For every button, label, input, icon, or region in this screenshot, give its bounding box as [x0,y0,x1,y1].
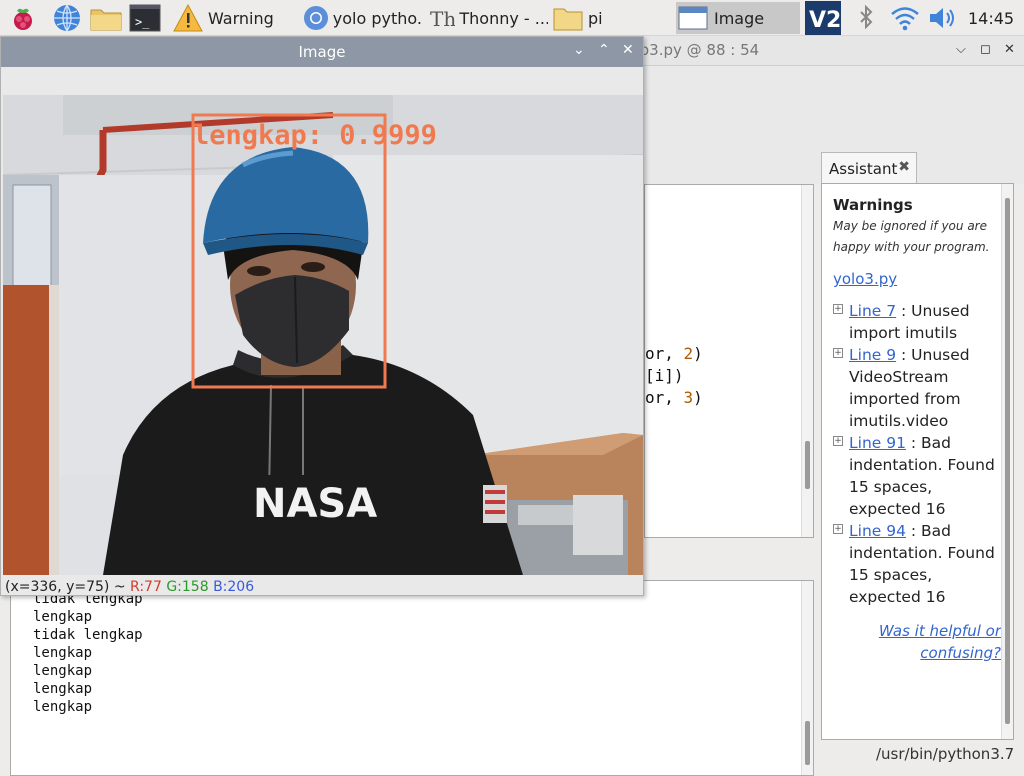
expand-icon[interactable]: + [833,304,843,314]
warning-line-link[interactable]: Line 9 [849,346,896,364]
close-tab-icon[interactable]: ✖ [898,159,910,175]
file-manager-icon[interactable] [88,2,124,34]
thonny-icon: Th [430,7,455,31]
shell-line: lengkap [33,663,93,679]
minimize-icon[interactable]: ⌄ [573,42,585,58]
task-browser[interactable]: yolo pytho... [300,2,422,34]
taskbar: >_ Warning yolo pytho... Th Thonny - ...… [0,0,1024,36]
warning-item: + Line 9 : Unused VideoStream imported fr… [833,346,970,430]
task-warning[interactable]: Warning [172,2,294,34]
svg-text:V2: V2 [809,8,841,33]
chevron-down-icon[interactable]: ⌵ [956,42,966,57]
warning-item: + Line 7 : Unused import imutils [833,302,970,342]
pixel-green: G:158 [166,579,209,595]
volume-icon[interactable] [926,2,960,34]
warnings-heading: Warnings [833,196,913,214]
assistant-tab-label: Assistant [829,160,898,178]
expand-icon[interactable]: + [833,348,843,358]
web-browser-icon[interactable] [50,2,84,34]
shell-line: lengkap [33,699,93,715]
clock[interactable]: 14:45 [968,2,1018,34]
assistant-panel: Warnings May be ignored if you are happy… [821,183,1014,740]
pixel-blue: B:206 [213,579,255,595]
code-fragment: or, 2) [645,344,703,363]
chromium-icon [304,6,328,30]
close-icon[interactable]: ✕ [622,42,634,58]
task-files[interactable]: pi [552,2,672,34]
expand-icon[interactable]: + [833,524,843,534]
camera-image: NASA lengkap: 0.9999 [3,95,643,575]
feedback-link[interactable]: Was it helpful or confusing? [879,622,1001,662]
svg-text:>_: >_ [135,15,150,29]
window-icon [678,6,708,30]
desktop: >_ Warning yolo pytho... Th Thonny - ...… [0,0,1024,776]
shell-line: tidak lengkap [33,627,143,643]
warning-icon [173,3,203,32]
code-editor[interactable]: or, 2) [i]) or, 3) [644,184,814,538]
raspberry-menu-icon[interactable] [6,2,40,34]
shirt-logo-text: NASA [253,481,377,527]
image-window-title: Image [298,43,346,61]
bluetooth-icon[interactable] [854,2,878,34]
task-label: pi [588,8,603,28]
shell-output[interactable]: tidak lengkap lengkap tidak lengkap leng… [10,580,814,776]
maximize-icon[interactable]: ◻ [980,42,991,57]
wifi-icon[interactable] [888,2,922,34]
task-label: yolo pytho... [332,8,422,28]
detection-label: lengkap: 0.9999 [193,120,437,151]
camera-frame: NASA lengkap: 0.9999 [3,95,643,575]
pixel-info: (x=336, y=75) ~ R:77 G:158 B:206 [5,579,254,595]
file-link[interactable]: yolo3.py [833,270,897,288]
tab-assistant[interactable]: Assistant ✖ [821,152,917,184]
close-icon[interactable]: ✕ [1004,42,1015,57]
maximize-icon[interactable]: ⌃ [598,42,610,58]
folder-icon [553,8,583,31]
task-label: Warning [208,8,274,28]
pixel-coords: (x=336, y=75) ~ [5,579,131,595]
warning-item: + Line 91 : Bad indentation. Found 15 spa… [833,434,995,518]
warning-line-link[interactable]: Line 7 [849,302,896,320]
shell-line: lengkap [33,609,93,625]
shell-scrollbar[interactable] [801,581,813,775]
assistant-scrollbar[interactable] [1001,184,1013,739]
editor-scrollbar[interactable] [801,185,813,537]
pixel-red: R:77 [130,579,162,595]
warning-item: + Line 94 : Bad indentation. Found 15 spa… [833,522,995,606]
code-fragment: [i]) [645,366,684,385]
expand-icon[interactable]: + [833,436,843,446]
warning-line-link[interactable]: Line 94 [849,522,906,540]
task-image[interactable]: Image [676,2,800,34]
task-label: Image [714,8,765,28]
shell-line: lengkap [33,645,93,661]
svg-text:Th: Th [430,7,455,31]
vnc-icon[interactable]: V2 [804,1,842,35]
task-label: Thonny - ... [459,8,548,28]
warnings-subtitle: May be ignored if you are happy with you… [833,219,990,254]
warning-line-link[interactable]: Line 91 [849,434,906,452]
terminal-icon[interactable]: >_ [128,2,162,34]
image-window: Image ⌄ ⌃ ✕ NASA lengkap: 0.9999 (x=336,… [0,36,644,596]
image-titlebar[interactable]: Image ⌄ ⌃ ✕ [1,37,643,67]
thonny-title: o3.py @ 88 : 54 [640,41,760,59]
task-thonny[interactable]: Th Thonny - ... [428,2,548,34]
code-fragment: or, 3) [645,388,703,407]
shell-line: lengkap [33,681,93,697]
interpreter-status[interactable]: /usr/bin/python3.7 [876,745,1014,763]
